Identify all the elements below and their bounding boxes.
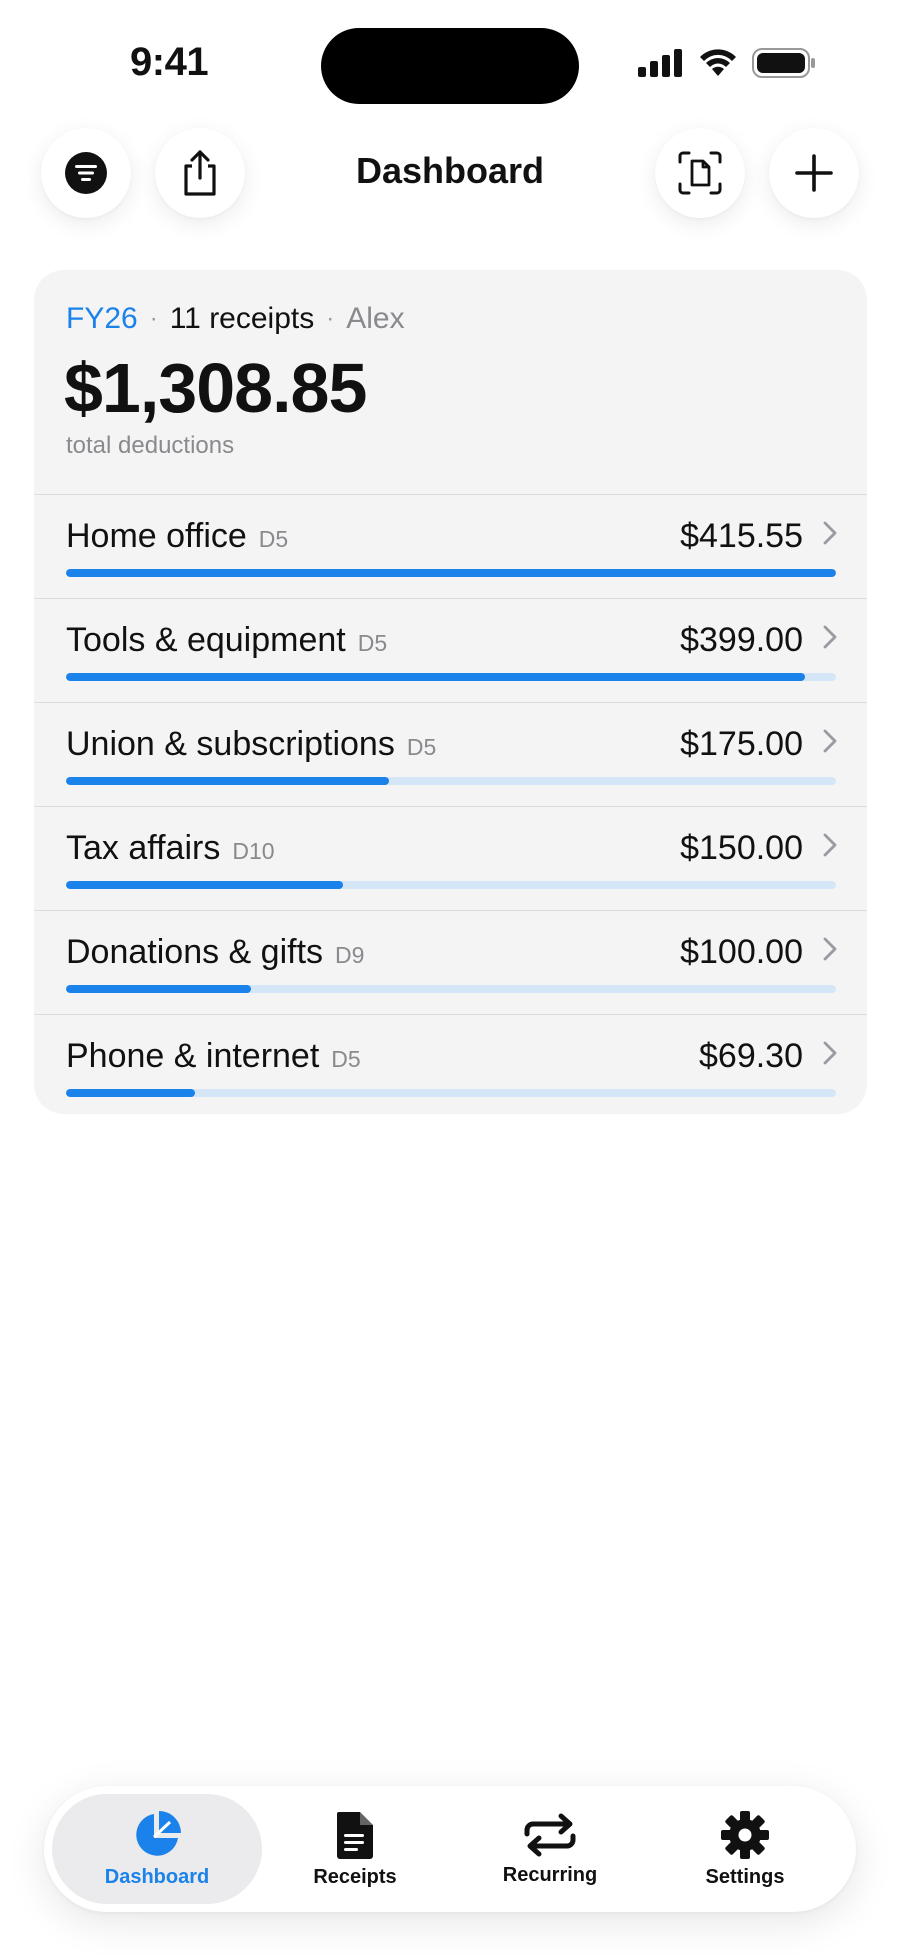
category-row[interactable]: Donations & gifts D9 $100.00 bbox=[34, 910, 867, 1014]
wifi-icon bbox=[700, 49, 736, 76]
user-name: Alex bbox=[346, 302, 405, 335]
category-row[interactable]: Tools & equipment D5 $399.00 bbox=[34, 598, 867, 702]
category-code: D5 bbox=[258, 526, 289, 552]
tab-receipts[interactable]: Receipts bbox=[250, 1794, 460, 1904]
category-progress-track bbox=[66, 985, 836, 993]
category-row[interactable]: Home office D5 $415.55 bbox=[34, 494, 867, 598]
category-label: Tools & equipment bbox=[66, 621, 346, 659]
category-amount: $415.55 bbox=[680, 517, 803, 555]
deductions-card: FY26 · 11 receipts · Alex $1,308.85 tota… bbox=[34, 270, 867, 1114]
separator-dot: · bbox=[326, 305, 335, 332]
chevron-right-icon bbox=[823, 521, 837, 545]
signal-icon bbox=[638, 49, 682, 77]
chevron-right-icon bbox=[823, 625, 837, 649]
category-row[interactable]: Phone & internet D5 $69.30 bbox=[34, 1014, 867, 1114]
category-amount: $399.00 bbox=[680, 621, 803, 659]
category-progress-fill bbox=[66, 1089, 195, 1097]
category-progress-track bbox=[66, 881, 836, 889]
page-title: Dashboard bbox=[355, 150, 545, 191]
gear-icon bbox=[721, 1810, 769, 1859]
category-amount: $150.00 bbox=[680, 829, 803, 867]
plus-icon bbox=[795, 154, 833, 192]
category-code: D5 bbox=[331, 1046, 361, 1072]
status-icons bbox=[638, 48, 816, 78]
tab-bar: Dashboard Receipts Recurring Settings bbox=[44, 1786, 856, 1912]
category-progress-track bbox=[66, 1089, 836, 1097]
add-receipt-button[interactable] bbox=[769, 128, 859, 218]
category-progress-fill bbox=[66, 881, 344, 889]
tab-recurring[interactable]: Recurring bbox=[445, 1794, 655, 1904]
tab-settings[interactable]: Settings bbox=[640, 1794, 850, 1904]
chevron-right-icon bbox=[823, 729, 837, 753]
repeat-icon bbox=[524, 1813, 576, 1856]
separator-dot: · bbox=[149, 305, 158, 332]
document-scan-icon bbox=[678, 151, 722, 195]
status-time: 9:41 bbox=[130, 40, 209, 84]
tab-label: Receipts bbox=[313, 1865, 397, 1888]
category-code: D9 bbox=[335, 942, 365, 968]
category-progress-fill bbox=[66, 777, 390, 785]
document-icon bbox=[337, 1811, 373, 1859]
category-code: D10 bbox=[232, 838, 275, 864]
category-code: D5 bbox=[357, 630, 388, 656]
scan-receipt-button[interactable] bbox=[655, 128, 745, 218]
receipt-count: 11 receipts bbox=[169, 302, 315, 335]
category-amount: $175.00 bbox=[680, 725, 803, 763]
tab-label: Recurring bbox=[502, 1863, 598, 1886]
category-row[interactable]: Tax affairs D10 $150.00 bbox=[34, 806, 867, 910]
tab-label: Settings bbox=[705, 1865, 785, 1888]
tab-dashboard[interactable]: Dashboard bbox=[52, 1794, 262, 1904]
chevron-right-icon bbox=[823, 833, 837, 857]
category-amount: $69.30 bbox=[699, 1037, 803, 1075]
category-progress-fill bbox=[66, 673, 806, 681]
fiscal-year-selector[interactable]: FY26 bbox=[66, 302, 138, 336]
category-progress-track bbox=[66, 569, 836, 577]
category-label: Union & subscriptions bbox=[66, 725, 395, 763]
summary-meta: FY26 · 11 receipts · Alex bbox=[66, 302, 405, 336]
total-deductions-amount: $1,308.85 bbox=[64, 349, 367, 427]
pie-chart-icon bbox=[136, 1810, 181, 1856]
dynamic-island bbox=[321, 28, 579, 104]
chevron-right-icon bbox=[823, 1041, 837, 1065]
chevron-right-icon bbox=[823, 937, 837, 961]
category-progress-fill bbox=[66, 985, 251, 993]
category-progress-track bbox=[66, 673, 836, 681]
category-code: D5 bbox=[406, 734, 437, 760]
category-label: Home office bbox=[66, 517, 247, 555]
category-progress-fill bbox=[66, 569, 836, 577]
total-deductions-label: total deductions bbox=[66, 432, 235, 459]
dashboard-screen: 9:41 Dashboard FY26 · 11 receipts · Alex… bbox=[0, 0, 900, 1955]
category-progress-track bbox=[66, 777, 836, 785]
category-amount: $100.00 bbox=[680, 933, 803, 971]
tab-label: Dashboard bbox=[104, 1865, 210, 1888]
category-label: Donations & gifts bbox=[66, 933, 324, 971]
battery-icon bbox=[752, 48, 815, 78]
category-label: Phone & internet bbox=[66, 1037, 320, 1075]
category-row[interactable]: Union & subscriptions D5 $175.00 bbox=[34, 702, 867, 806]
category-label: Tax affairs bbox=[66, 829, 221, 867]
